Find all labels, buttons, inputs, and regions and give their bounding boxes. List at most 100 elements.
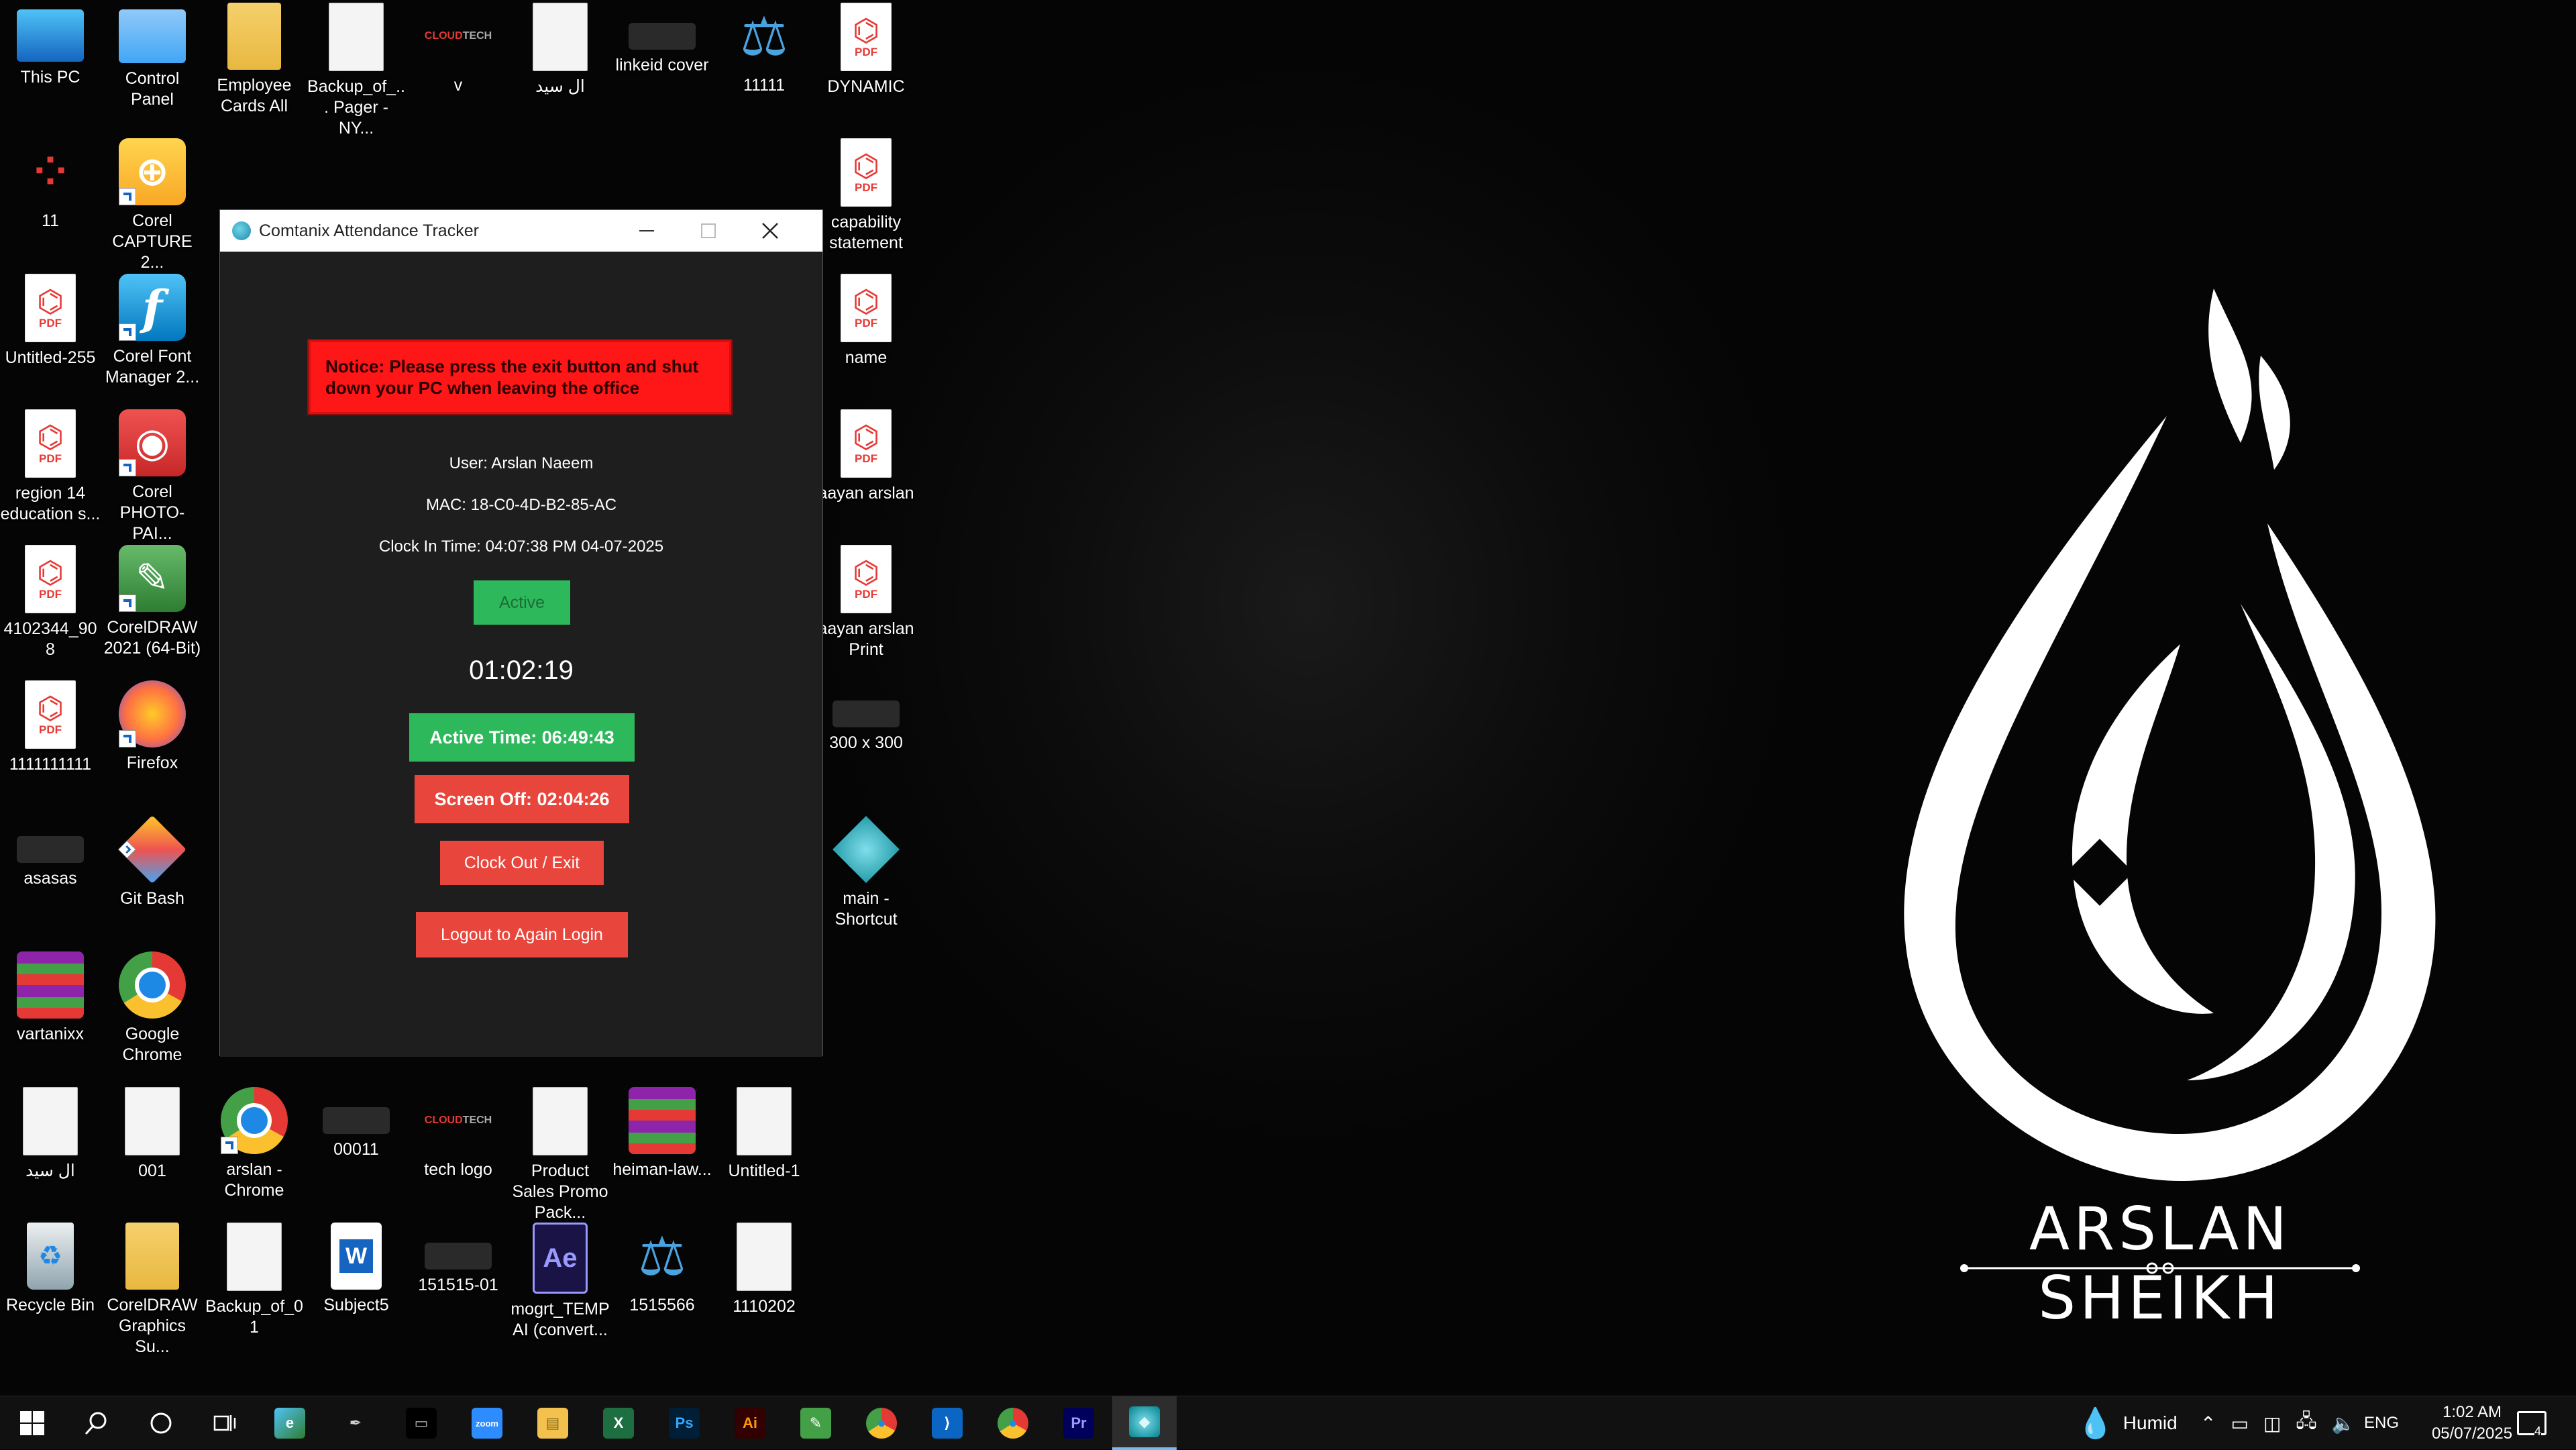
desktop-icon[interactable]: W Subject5 — [306, 1223, 407, 1316]
desktop-icon[interactable]: Git Bash — [102, 815, 203, 909]
scales-icon: ⚖ — [740, 6, 788, 66]
network-icon[interactable]: 🖧 — [2296, 1407, 2316, 1439]
search-button[interactable] — [64, 1396, 129, 1450]
task-view-button[interactable] — [193, 1396, 258, 1450]
winrar-icon — [17, 951, 84, 1019]
taskbar-app-premiere[interactable]: Pr — [1046, 1396, 1111, 1450]
desktop-icon[interactable]: ⌬ PDF capability statement — [816, 138, 916, 254]
desktop-icon[interactable]: f Corel Font Manager 2... — [102, 274, 203, 388]
desktop-icon[interactable]: ⁘ 11 — [0, 138, 101, 231]
desktop-icon-label: 00011 — [333, 1140, 379, 1159]
desktop-icon[interactable]: ♻ Recycle Bin — [0, 1223, 101, 1316]
desktop-icon[interactable]: vartanixx — [0, 951, 101, 1045]
desktop-icon[interactable]: asasas — [0, 816, 101, 889]
logout-button[interactable]: Logout to Again Login — [416, 912, 628, 957]
photoshop-icon: Ps — [669, 1408, 700, 1439]
clock[interactable]: 1:02 AM 05/07/2025 — [2428, 1396, 2516, 1450]
taskbar-app-edge[interactable]: e — [258, 1396, 322, 1450]
desktop-icon[interactable]: Control Panel — [102, 3, 203, 110]
desktop-icon[interactable]: Backup_of_01 — [204, 1223, 305, 1338]
desktop-icon-label: region 14 education s... — [0, 484, 101, 523]
desktop-icon[interactable]: ال سيد — [0, 1087, 101, 1182]
desktop-icon[interactable]: ⊕ Corel CAPTURE 2... — [102, 138, 203, 273]
cortana-button[interactable] — [129, 1396, 193, 1450]
volume-icon[interactable]: 🔈 — [2332, 1412, 2355, 1435]
desktop-icon-label: Backup_of_01 — [205, 1297, 303, 1337]
desktop-icon[interactable]: Firefox — [102, 680, 203, 774]
window-titlebar[interactable]: Comtanix Attendance Tracker — [220, 210, 822, 252]
desktop-icon[interactable]: ⌬ PDF region 14 education s... — [0, 409, 101, 525]
taskbar-app-terminal[interactable]: ▭ — [389, 1396, 453, 1450]
close-button[interactable] — [739, 210, 801, 252]
start-button[interactable] — [0, 1396, 64, 1450]
desktop-icon[interactable]: 00011 — [306, 1087, 407, 1160]
taskbar-app-chrome-profile[interactable]: ● — [981, 1396, 1045, 1450]
pdf-icon: ⌬ PDF — [841, 545, 892, 613]
chrome-icon — [221, 1087, 288, 1154]
winrar-icon — [629, 1087, 696, 1154]
desktop-icon[interactable]: Product Sales Promo Pack... — [510, 1087, 610, 1223]
desktop-icon[interactable]: ⌬ PDF Untitled-255 — [0, 274, 101, 368]
desktop-icon-label: asasas — [23, 869, 77, 888]
desktop-icon[interactable]: ✎ CorelDRAW 2021 (64-Bit) — [102, 545, 203, 659]
desktop-icon[interactable]: Employee Cards All — [204, 3, 305, 117]
taskbar-app-chrome[interactable]: ● — [849, 1396, 914, 1450]
desktop-icon[interactable]: ◉ Corel PHOTO-PAI... — [102, 409, 203, 544]
taskbar-app-explorer[interactable]: ▤ — [521, 1396, 585, 1450]
tray-icons[interactable]: ⌃ ▭ ◫ 🖧 🔈 — [2200, 1396, 2375, 1450]
desktop-icon[interactable]: ⌬ PDF 4102344_908 — [0, 545, 101, 660]
dots-icon: ⁘ — [33, 149, 68, 194]
desktop-icon[interactable]: ⌬ PDF DYNAMIC — [816, 3, 916, 97]
taskbar-app-photoshop[interactable]: Ps — [652, 1396, 716, 1450]
desktop-icon-label: Google Chrome — [122, 1025, 182, 1064]
desktop-icon[interactable]: main - Shortcut — [816, 816, 916, 930]
weather-widget[interactable]: 💧 Humid — [2077, 1396, 2178, 1450]
desktop-icon[interactable]: Untitled-1 — [714, 1087, 814, 1182]
desktop-icon[interactable]: 300 x 300 — [816, 680, 916, 754]
desktop-icon[interactable]: CorelDRAW Graphics Su... — [102, 1223, 203, 1357]
meet-now-icon[interactable]: ▭ — [2231, 1412, 2248, 1435]
desktop-icon[interactable]: ⌬ PDF name — [816, 274, 916, 368]
webcam-icon[interactable]: ◫ — [2263, 1412, 2281, 1435]
desktop-icon[interactable]: 1110202 — [714, 1223, 814, 1317]
desktop-icon[interactable]: ال سيد — [510, 3, 610, 97]
desktop-icon[interactable]: Backup_of_... Pager - NY... — [306, 3, 407, 139]
desktop-icon[interactable]: linkeid cover — [612, 3, 712, 76]
desktop-icon[interactable]: Google Chrome — [102, 951, 203, 1066]
taskbar-app-coreldraw[interactable]: ✎ — [784, 1396, 848, 1450]
language-indicator[interactable]: ENG — [2364, 1396, 2399, 1450]
calligraphy-logo — [1904, 289, 2436, 1181]
active-status-button[interactable]: Active — [474, 580, 570, 625]
desktop-icon[interactable]: This PC — [0, 3, 101, 88]
desktop-icon[interactable]: ⌬ PDF aayan arslan — [816, 409, 916, 504]
desktop-icon[interactable]: 001 — [102, 1087, 203, 1182]
notification-center-button[interactable]: 4 — [2517, 1396, 2553, 1450]
desktop-icon[interactable]: ⌬ PDF 1111111111 — [0, 680, 101, 775]
taskbar-app-zoom[interactable]: zoom — [455, 1396, 519, 1450]
desktop-icon-label: 1110202 — [733, 1297, 796, 1316]
desktop-icon[interactable]: heiman-law... — [612, 1087, 712, 1180]
desktop-icon-label: CorelDRAW Graphics Su... — [107, 1296, 198, 1356]
desktop-icon-label: vartanixx — [16, 1025, 85, 1043]
desktop-icon[interactable]: CLOUD TECH v — [408, 3, 508, 96]
desktop-icon[interactable]: CLOUD TECH tech logo — [408, 1087, 508, 1180]
pdf-icon: ⌬ PDF — [25, 274, 76, 342]
desktop-icon[interactable]: ⚖ 11111 — [714, 3, 814, 96]
desktop-icon-label: aayan arslan — [818, 484, 914, 503]
desktop-icon[interactable]: ⚖ 1515566 — [612, 1223, 712, 1316]
taskbar-app-illustrator[interactable]: Ai — [718, 1396, 782, 1450]
chevron-up-icon[interactable]: ⌃ — [2200, 1412, 2216, 1435]
desktop-icon-label: Subject5 — [323, 1296, 389, 1314]
desktop-icon[interactable]: arslan - Chrome — [204, 1087, 305, 1201]
desktop-icon[interactable]: 151515-01 — [408, 1223, 508, 1296]
taskbar-app-vscode[interactable]: ⟩ — [915, 1396, 979, 1450]
desktop-icon[interactable]: ⌬ PDF aayan arslan Print — [816, 545, 916, 660]
maximize-button[interactable] — [678, 210, 739, 252]
minimize-button[interactable] — [616, 210, 678, 252]
taskbar-app-pen[interactable]: ✒ — [323, 1396, 388, 1450]
taskbar-app-excel[interactable]: X — [586, 1396, 651, 1450]
taskbar-app-comtanix[interactable]: ◆ — [1112, 1396, 1177, 1450]
desktop-icon-label: 11111 — [743, 76, 786, 95]
desktop-icon[interactable]: Ae mogrt_TEMP AI (convert... — [510, 1223, 610, 1341]
clock-out-button[interactable]: Clock Out / Exit — [440, 841, 604, 885]
